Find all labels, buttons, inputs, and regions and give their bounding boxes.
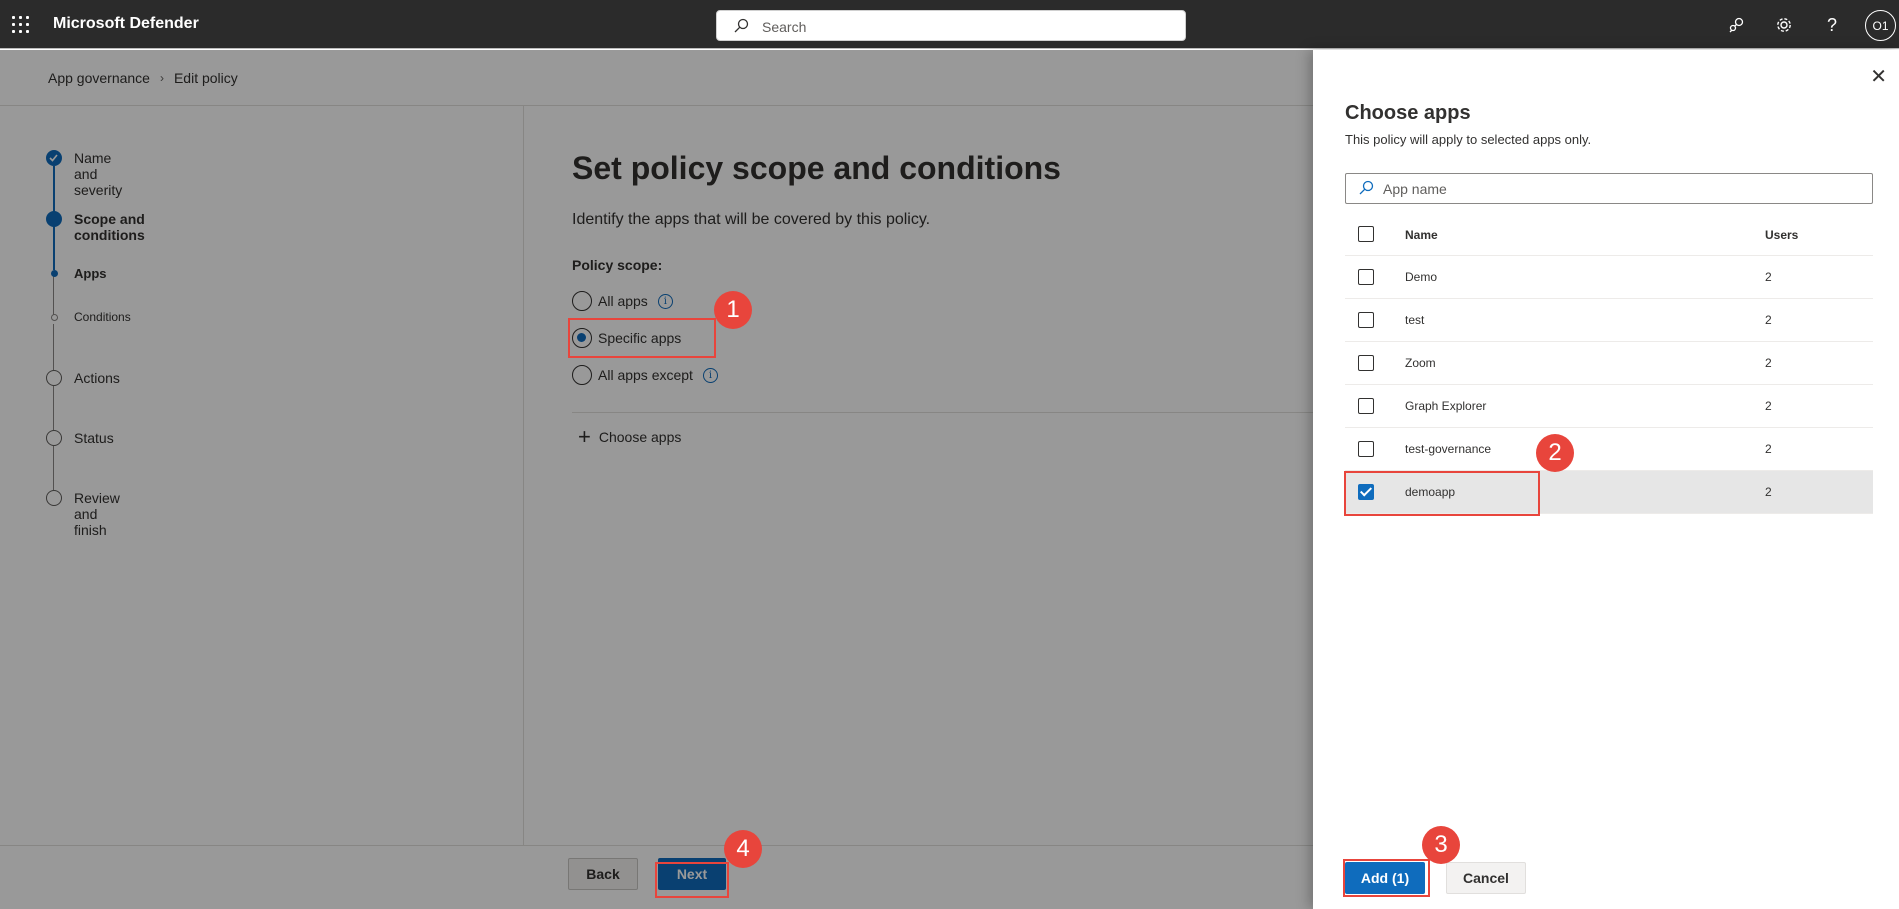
table-row[interactable]: Demo 2 xyxy=(1345,256,1873,299)
next-button[interactable]: Next xyxy=(658,858,726,890)
step-indicator xyxy=(46,430,62,446)
step-connector xyxy=(53,226,55,270)
annotation-badge: 1 xyxy=(714,291,752,329)
step-current-indicator xyxy=(46,211,62,227)
choose-apps-panel: ✕ Choose apps This policy will apply to … xyxy=(1313,50,1899,909)
gear-icon[interactable] xyxy=(1772,13,1796,37)
app-users: 2 xyxy=(1765,442,1772,456)
radio-button[interactable] xyxy=(572,328,592,348)
row-checkbox[interactable] xyxy=(1358,484,1374,500)
step-conditions[interactable]: Conditions xyxy=(74,310,131,324)
step-name-and-severity[interactable]: Name and severity xyxy=(74,150,122,198)
app-name-search-input[interactable]: App name xyxy=(1345,173,1873,204)
row-checkbox[interactable] xyxy=(1358,312,1374,328)
step-scope-and-conditions[interactable]: Scope and conditions xyxy=(74,211,145,243)
radio-all-apps[interactable]: All apps i xyxy=(572,291,673,311)
check-icon xyxy=(46,150,62,166)
breadcrumb-app-governance[interactable]: App governance xyxy=(48,70,150,86)
step-indicator xyxy=(46,370,62,386)
divider xyxy=(523,106,524,845)
apps-table: Name Users Demo 2 test 2 Zoom 2 Graph Ex… xyxy=(1345,214,1873,514)
search-placeholder: Search xyxy=(762,19,807,35)
row-checkbox[interactable] xyxy=(1358,398,1374,414)
table-header: Name Users xyxy=(1345,214,1873,256)
row-checkbox[interactable] xyxy=(1358,269,1374,285)
table-row[interactable]: demoapp 2 xyxy=(1345,471,1873,514)
app-name: Zoom xyxy=(1405,356,1436,370)
search-icon xyxy=(733,18,749,37)
row-checkbox[interactable] xyxy=(1358,441,1374,457)
radio-label: All apps except xyxy=(598,367,693,383)
search-icon xyxy=(1358,180,1374,199)
table-row[interactable]: test-governance 2 xyxy=(1345,428,1873,471)
select-all-checkbox[interactable] xyxy=(1358,226,1374,242)
app-users: 2 xyxy=(1765,313,1772,327)
step-apps[interactable]: Apps xyxy=(74,266,107,281)
radio-specific-apps[interactable]: Specific apps xyxy=(572,328,681,348)
info-icon[interactable]: i xyxy=(702,367,718,383)
community-icon[interactable] xyxy=(1725,13,1749,37)
annotation-badge: 4 xyxy=(724,830,762,868)
back-button[interactable]: Back xyxy=(568,858,638,890)
row-checkbox[interactable] xyxy=(1358,355,1374,371)
step-connector xyxy=(53,446,54,490)
info-icon[interactable]: i xyxy=(657,293,673,309)
app-name: demoapp xyxy=(1405,485,1456,499)
app-users: 2 xyxy=(1765,356,1772,370)
column-header-name[interactable]: Name xyxy=(1405,228,1438,242)
wizard-footer: Back Next xyxy=(0,845,1313,909)
app-name: Graph Explorer xyxy=(1405,399,1487,413)
plus-icon: + xyxy=(578,424,591,449)
search-box[interactable]: Search xyxy=(716,10,1186,41)
chevron-right-icon: › xyxy=(159,71,164,85)
annotation-badge: 3 xyxy=(1422,826,1460,864)
step-indicator xyxy=(46,490,62,506)
radio-label: All apps xyxy=(598,293,648,309)
step-connector xyxy=(53,386,54,430)
choose-apps-button[interactable]: + Choose apps xyxy=(578,426,681,448)
step-connector xyxy=(53,324,54,370)
step-status[interactable]: Status xyxy=(74,430,114,446)
table-row[interactable]: Graph Explorer 2 xyxy=(1345,385,1873,428)
column-header-users[interactable]: Users xyxy=(1765,228,1798,242)
radio-button[interactable] xyxy=(572,365,592,385)
page-description: Identify the apps that will be covered b… xyxy=(572,211,931,228)
radio-all-apps-except[interactable]: All apps except i xyxy=(572,365,718,385)
help-icon[interactable]: ? xyxy=(1820,13,1844,37)
search-placeholder: App name xyxy=(1383,181,1447,197)
annotation-badge: 2 xyxy=(1536,434,1574,472)
substep-current-indicator xyxy=(51,270,58,277)
app-name: Demo xyxy=(1405,270,1438,284)
radio-button[interactable] xyxy=(572,291,592,311)
panel-subtitle: This policy will apply to selected apps … xyxy=(1345,132,1592,147)
app-users: 2 xyxy=(1765,270,1772,284)
main-content: App governance › Edit policy Name and se… xyxy=(0,50,1313,909)
substep-indicator xyxy=(51,314,58,321)
app-name: test xyxy=(1405,313,1425,327)
table-row[interactable]: Zoom 2 xyxy=(1345,342,1873,385)
cancel-button[interactable]: Cancel xyxy=(1446,862,1526,894)
step-review-and-finish[interactable]: Review and finish xyxy=(74,490,120,538)
top-bar: Microsoft Defender Search ? O1 xyxy=(0,0,1899,49)
breadcrumb: App governance › Edit policy xyxy=(48,70,238,86)
waffle-icon[interactable] xyxy=(10,14,32,36)
step-actions[interactable]: Actions xyxy=(74,370,120,386)
divider xyxy=(572,412,1313,413)
table-row[interactable]: test 2 xyxy=(1345,299,1873,342)
page-title: Set policy scope and conditions xyxy=(572,150,1061,186)
app-users: 2 xyxy=(1765,485,1772,499)
app-title[interactable]: Microsoft Defender xyxy=(53,15,199,33)
app-name: test-governance xyxy=(1405,442,1492,456)
panel-title: Choose apps xyxy=(1345,102,1471,124)
app-users: 2 xyxy=(1765,399,1772,413)
radio-label: Specific apps xyxy=(598,330,682,346)
divider xyxy=(0,105,1313,106)
avatar[interactable]: O1 xyxy=(1865,10,1896,41)
add-button[interactable]: Add (1) xyxy=(1345,862,1425,894)
close-icon[interactable]: ✕ xyxy=(1870,64,1887,89)
policy-scope-label: Policy scope: xyxy=(572,257,663,273)
breadcrumb-edit-policy: Edit policy xyxy=(173,70,238,86)
choose-apps-label: Choose apps xyxy=(598,429,682,445)
